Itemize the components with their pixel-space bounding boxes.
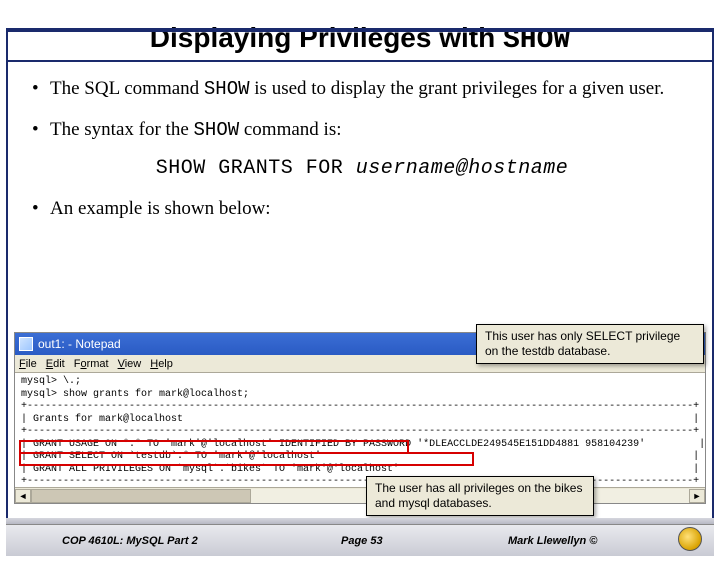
b1-code: SHOW xyxy=(204,78,250,100)
b2-code: SHOW xyxy=(194,119,240,141)
content-area: The SQL command SHOW is used to display … xyxy=(0,62,720,222)
bullet-3: An example is shown below: xyxy=(32,196,692,222)
b1-pre: The SQL command xyxy=(50,78,204,99)
menu-help[interactable]: Help xyxy=(150,358,173,370)
bullet-list-2: An example is shown below: xyxy=(32,196,692,222)
b2-post: command is: xyxy=(239,119,341,140)
scroll-left-arrow[interactable]: ◄ xyxy=(15,489,31,503)
slide-footer: COP 4610L: MySQL Part 2 Page 53 Mark Lle… xyxy=(6,524,714,556)
callout-all-privileges: The user has all privileges on the bikes… xyxy=(366,476,594,516)
notepad-body[interactable]: mysql> \.; mysql> show grants for mark@l… xyxy=(15,373,705,487)
menu-file[interactable]: File xyxy=(19,358,37,370)
scroll-thumb[interactable] xyxy=(31,489,251,503)
bullet-2: The syntax for the SHOW command is: xyxy=(32,117,692,144)
b2-pre: The syntax for the xyxy=(50,119,194,140)
menu-edit[interactable]: Edit xyxy=(46,358,65,370)
horizontal-scrollbar[interactable]: ◄ ► xyxy=(15,487,705,503)
footer-author: Mark Llewellyn © xyxy=(508,535,597,547)
menu-view[interactable]: View xyxy=(118,358,142,370)
scroll-right-arrow[interactable]: ► xyxy=(689,489,705,503)
notepad-title-text: out1: - Notepad xyxy=(38,337,121,351)
bullet-1: The SQL command SHOW is used to display … xyxy=(32,76,692,103)
footer-page: Page 53 xyxy=(341,535,383,547)
ucf-logo xyxy=(678,527,702,551)
b1-post: is used to display the grant privileges … xyxy=(250,78,665,99)
menu-format[interactable]: Format xyxy=(74,358,109,370)
callout-select-privilege: This user has only SELECT privilege on t… xyxy=(476,324,704,364)
footer-course: COP 4610L: MySQL Part 2 xyxy=(62,535,198,547)
title-rule-top xyxy=(6,28,714,32)
notepad-icon xyxy=(19,337,33,351)
